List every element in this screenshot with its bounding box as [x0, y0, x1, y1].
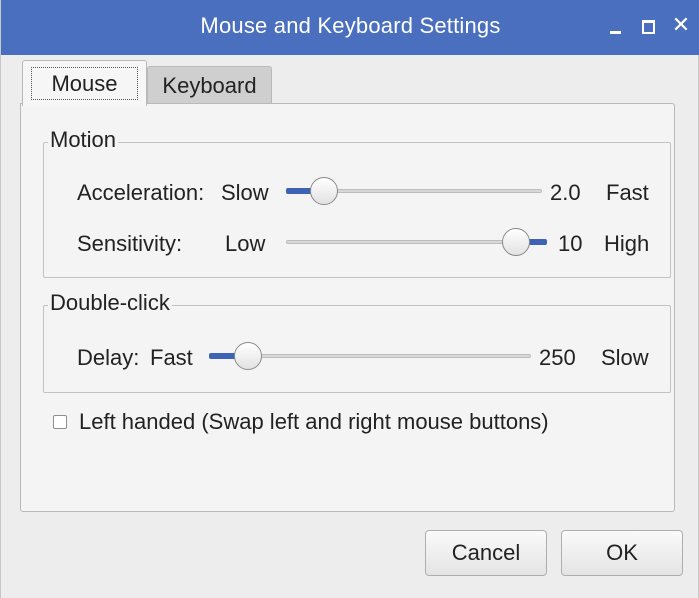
delay-slider[interactable] [209, 342, 531, 370]
settings-window: Mouse and Keyboard Settings ✕ Mouse Keyb… [0, 0, 699, 598]
acceleration-max-label: Fast [606, 180, 649, 205]
acceleration-label: Acceleration: [77, 180, 205, 205]
cancel-button[interactable]: Cancel [425, 530, 547, 576]
sensitivity-slider[interactable] [286, 228, 547, 256]
acceleration-slider-handle[interactable] [310, 177, 338, 205]
tab-mouse[interactable]: Mouse [22, 60, 147, 106]
delay-slider-handle[interactable] [234, 342, 262, 370]
title-bar[interactable]: Mouse and Keyboard Settings ✕ [1, 0, 699, 55]
tab-keyboard[interactable]: Keyboard [147, 66, 272, 104]
delay-label: Delay: [77, 345, 140, 370]
minimize-icon[interactable] [605, 12, 627, 38]
double-click-legend: Double-click [48, 290, 172, 316]
close-icon[interactable]: ✕ [670, 12, 692, 38]
delay-max-label: Slow [601, 345, 649, 370]
sensitivity-value: 10 [558, 231, 583, 256]
motion-frame: Motion [43, 127, 671, 278]
window-title: Mouse and Keyboard Settings [200, 13, 501, 38]
acceleration-slider[interactable] [286, 177, 542, 205]
sensitivity-slider-handle[interactable] [502, 228, 530, 256]
ok-button[interactable]: OK [561, 530, 683, 576]
sensitivity-label: Sensitivity: [77, 231, 183, 256]
acceleration-value: 2.0 [550, 180, 581, 205]
sensitivity-min-label: Low [225, 231, 266, 256]
delay-value: 250 [539, 345, 576, 370]
motion-legend: Motion [48, 127, 119, 153]
tab-mouse-label: Mouse [31, 67, 138, 100]
sensitivity-max-label: High [604, 231, 650, 256]
acceleration-min-label: Slow [221, 180, 269, 205]
left-handed-label[interactable]: Left handed (Swap left and right mouse b… [79, 409, 549, 435]
left-handed-checkbox[interactable] [53, 415, 67, 429]
mouse-tab-panel: Motion Acceleration: Slow 2.0 Fast Sensi… [20, 103, 675, 512]
maximize-icon[interactable] [637, 12, 659, 38]
delay-min-label: Fast [150, 345, 193, 370]
